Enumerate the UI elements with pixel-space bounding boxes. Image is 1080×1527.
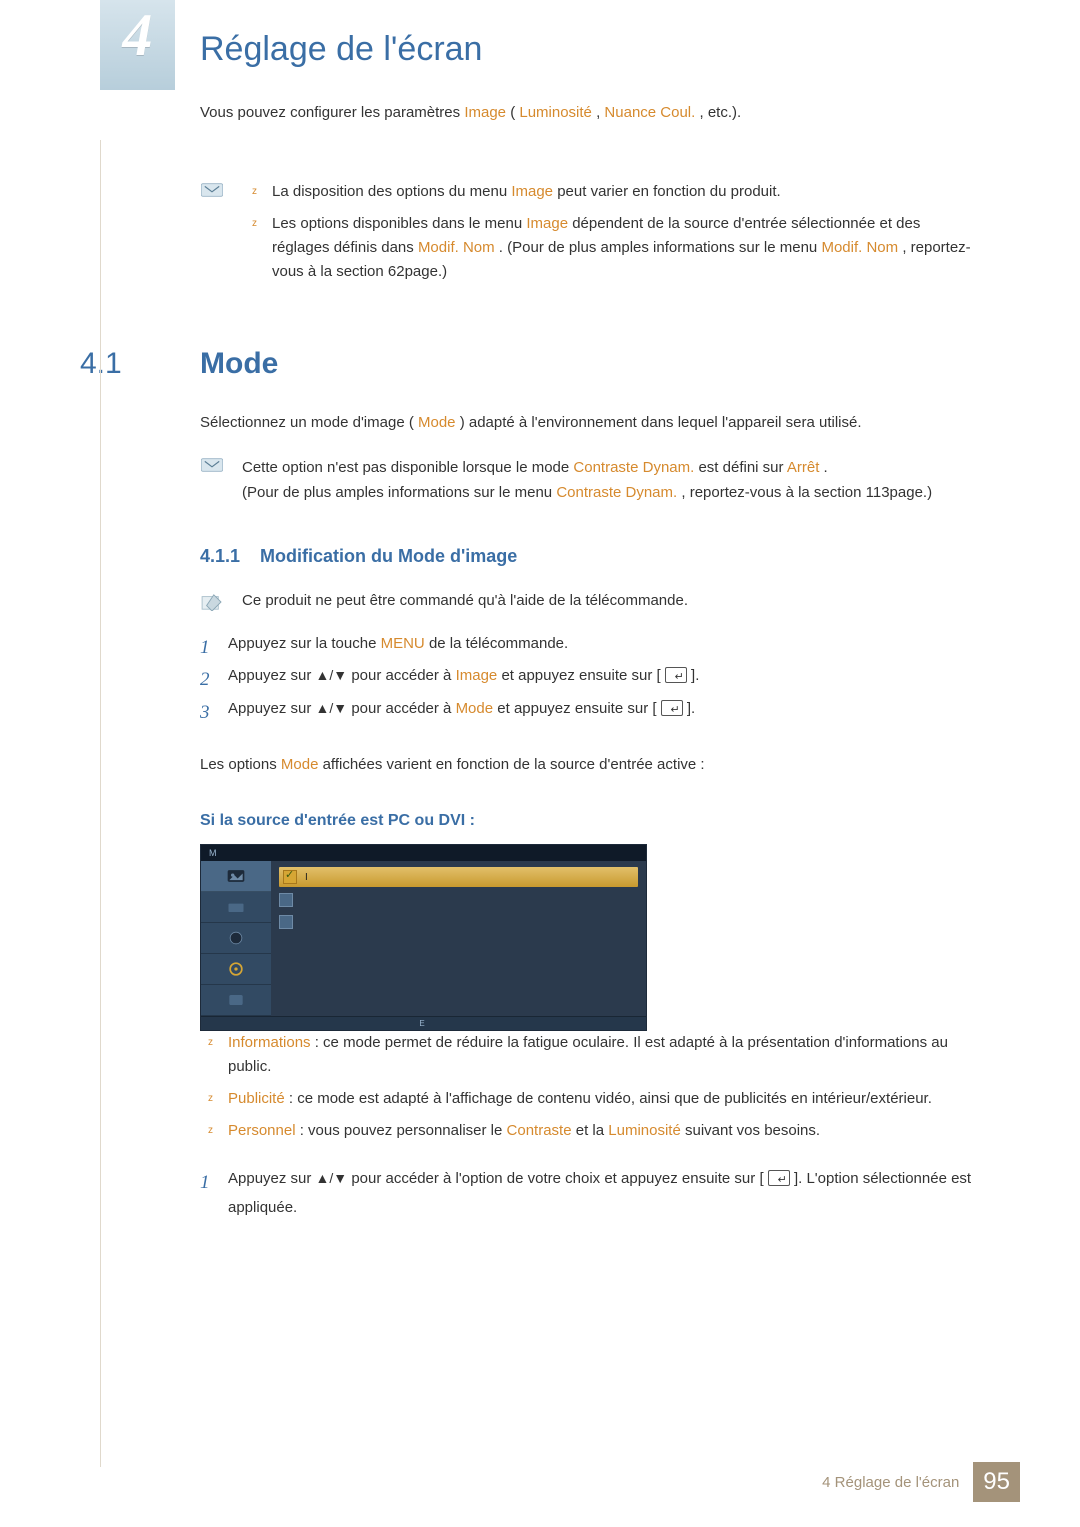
section-number: 4.1: [80, 347, 200, 381]
osd-sidebar-tabs: [201, 861, 271, 1016]
up-down-arrows-icon: ▲/▼: [316, 700, 348, 716]
enter-icon: [661, 700, 683, 716]
note-icon: [200, 455, 224, 475]
osd-tab-system: [201, 954, 271, 985]
footer-page-number: 95: [973, 1462, 1020, 1502]
mode-option-item: Personnel : vous pouvez personnaliser le…: [200, 1119, 980, 1143]
osd-title-bar: M: [201, 845, 646, 861]
section-title: Mode: [200, 347, 278, 381]
subsection-number: 4.1.1: [200, 546, 260, 567]
osd-rows: I: [271, 861, 646, 1016]
pc-dvi-heading: Si la source d'entrée est PC ou DVI :: [200, 812, 980, 830]
chapter-title: Réglage de l'écran: [200, 30, 482, 69]
step-item: 2 Appuyez sur ▲/▼ pour accéder à Image e…: [200, 662, 980, 691]
step-number: 2: [200, 662, 210, 698]
osd-footer: E: [201, 1016, 646, 1030]
step-item: 3 Appuyez sur ▲/▼ pour accéder à Mode et…: [200, 695, 980, 724]
step-item: 1 Appuyez sur ▲/▼ pour accéder à l'optio…: [200, 1165, 980, 1222]
footer-chapter-label: 4 Réglage de l'écran: [822, 1474, 959, 1491]
mode-option-item: Informations : ce mode permet de réduire…: [200, 1031, 980, 1079]
up-down-arrows-icon: ▲/▼: [316, 667, 348, 683]
up-down-arrows-icon: ▲/▼: [316, 1170, 348, 1186]
osd-box-icon: [279, 893, 293, 907]
section-note: Cette option n'est pas disponible lorsqu…: [200, 455, 980, 506]
osd-tab-network: [201, 923, 271, 954]
enter-icon: [768, 1170, 790, 1186]
keyword-luminosite: Luminosité: [519, 104, 592, 121]
note-item: La disposition des options du menu Image…: [244, 180, 980, 204]
osd-row: [279, 891, 638, 909]
osd-tab-sound: [201, 892, 271, 923]
keyword-nuance-coul: Nuance Coul.: [604, 104, 695, 121]
step-number: 3: [200, 695, 210, 731]
mode-option-item: Publicité : ce mode est adapté à l'affic…: [200, 1087, 980, 1111]
mode-sentence: Les options Mode affichées varient en fo…: [200, 753, 980, 777]
osd-row-selected: I: [279, 867, 638, 887]
chapter-intro: Vous pouvez configurer les paramètres Im…: [200, 102, 980, 125]
left-vertical-rule: [100, 140, 101, 1467]
edit-icon: [200, 592, 224, 612]
osd-box-icon: [279, 915, 293, 929]
page-footer: 4 Réglage de l'écran 95: [822, 1462, 1020, 1502]
osd-check-icon: [283, 870, 297, 884]
osd-menu-screenshot: M: [200, 844, 647, 1031]
osd-row: [279, 913, 638, 931]
keyword-informations: Informations: [228, 1034, 311, 1051]
keyword-contraste: Contraste: [507, 1122, 572, 1139]
enter-icon: [665, 667, 687, 683]
chapter-number: 4: [123, 2, 153, 68]
note-icon: [200, 180, 224, 200]
osd-tab-support: [201, 985, 271, 1016]
remote-only-note: Ce produit ne peut être commandé qu'à l'…: [200, 592, 980, 612]
step-number: 1: [200, 630, 210, 666]
subsection-title: Modification du Mode d'image: [260, 546, 517, 567]
keyword-publicite: Publicité: [228, 1090, 285, 1107]
step-number: 1: [200, 1165, 210, 1201]
top-note-block: La disposition des options du menu Image…: [200, 180, 980, 292]
keyword-image: Image: [464, 104, 506, 121]
section-description: Sélectionnez un mode d'image ( Mode ) ad…: [200, 411, 980, 435]
chapter-number-badge: 4: [100, 0, 175, 90]
note-item: Les options disponibles dans le menu Ima…: [244, 212, 980, 284]
osd-tab-picture: [201, 861, 271, 892]
step-item: 1 Appuyez sur la touche MENU de la téléc…: [200, 630, 980, 659]
keyword-luminosite: Luminosité: [608, 1122, 681, 1139]
keyword-personnel: Personnel: [228, 1122, 296, 1139]
